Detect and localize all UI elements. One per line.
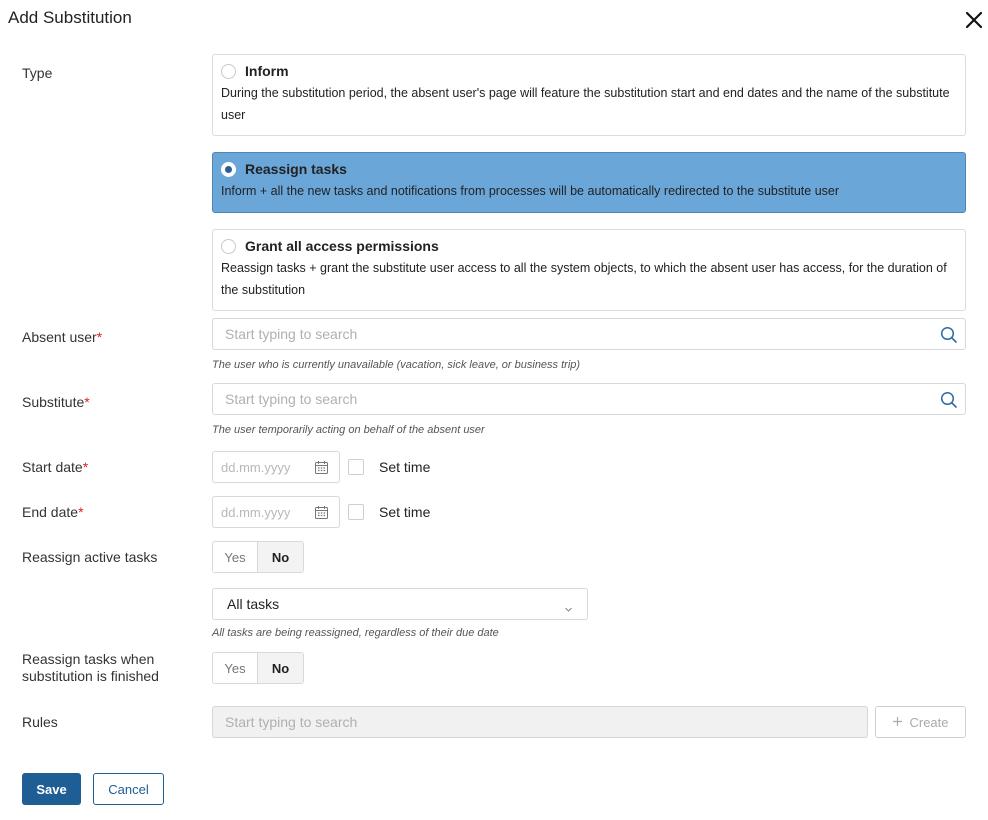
rules-label: Rules [22, 714, 58, 730]
start-set-time-label: Set time [379, 459, 431, 475]
absent-user-label-text: Absent user [22, 329, 97, 345]
start-set-time-checkbox[interactable] [348, 459, 364, 475]
reassign-active-no[interactable]: No [258, 542, 303, 572]
substitute-hint: The user temporarily acting on behalf of… [212, 424, 485, 436]
create-rule-button[interactable]: Create [875, 706, 966, 738]
calendar-icon[interactable] [314, 460, 329, 475]
radio-reassign-tasks[interactable] [221, 161, 236, 177]
type-option-reassign-tasks[interactable]: Reassign tasks Inform + all the new task… [212, 152, 966, 213]
dialog-title: Add Substitution [8, 8, 132, 27]
reassign-finished-yes[interactable]: Yes [213, 653, 258, 683]
required-mark: * [78, 504, 84, 520]
substitute-placeholder: Start typing to search [225, 391, 358, 407]
substitute-label-text: Substitute [22, 394, 85, 410]
type-option-description: Inform + all the new tasks and notificat… [221, 184, 840, 198]
end-set-time-checkbox[interactable] [348, 504, 364, 520]
type-option-head: Grant all access permissions [221, 238, 955, 254]
type-option-description: During the substitution period, the abse… [221, 86, 950, 122]
reassign-finished-label-line1: Reassign tasks when [22, 651, 155, 667]
type-option-head: Reassign tasks [221, 161, 955, 177]
type-option-grant-access[interactable]: Grant all access permissions Reassign ta… [212, 229, 966, 311]
required-mark: * [96, 329, 103, 345]
search-icon[interactable] [939, 390, 959, 410]
rules-placeholder: Start typing to search [225, 714, 358, 730]
type-option-title: Inform [245, 63, 289, 79]
type-label: Type [22, 65, 53, 81]
reassign-finished-label: Reassign tasks when substitution is fini… [22, 651, 159, 685]
end-set-time-label: Set time [379, 504, 431, 520]
search-icon[interactable] [939, 325, 959, 345]
chevron-down-icon [564, 601, 573, 612]
substitute-label: Substitute* [22, 394, 90, 410]
end-date-input[interactable]: dd.mm.yyyy [212, 496, 340, 528]
absent-user-input[interactable]: Start typing to search [212, 318, 966, 350]
reassign-finished-label-line2: substitution is finished [22, 668, 159, 684]
end-date-label: End date* [22, 504, 84, 520]
reassign-finished-toggle: Yes No [212, 652, 304, 684]
plus-icon [892, 715, 903, 730]
reassign-active-label: Reassign active tasks [22, 549, 158, 565]
cancel-button[interactable]: Cancel [93, 773, 164, 805]
end-date-placeholder: dd.mm.yyyy [221, 504, 291, 520]
required-mark: * [84, 394, 90, 410]
absent-user-label: Absent user* [22, 329, 102, 345]
start-date-label: Start date* [22, 459, 88, 475]
type-option-head: Inform [221, 63, 955, 79]
rules-input[interactable]: Start typing to search [212, 706, 868, 738]
radio-inform[interactable] [221, 63, 236, 79]
close-icon[interactable] [962, 8, 986, 32]
start-date-placeholder: dd.mm.yyyy [221, 459, 291, 475]
absent-user-hint: The user who is currently unavailable (v… [212, 359, 581, 371]
reassign-scope-value: All tasks [227, 596, 280, 612]
end-date-label-text: End date [22, 504, 79, 520]
absent-user-placeholder: Start typing to search [225, 326, 358, 342]
type-option-title: Reassign tasks [245, 161, 347, 177]
calendar-icon[interactable] [314, 505, 329, 520]
reassign-scope-hint: All tasks are being reassigned, regardle… [212, 627, 499, 639]
type-option-title: Grant all access permissions [245, 238, 439, 254]
start-date-input[interactable]: dd.mm.yyyy [212, 451, 340, 483]
start-date-label-text: Start date [22, 459, 83, 475]
reassign-active-toggle: Yes No [212, 541, 304, 573]
create-rule-label: Create [909, 714, 949, 730]
substitute-input[interactable]: Start typing to search [212, 383, 966, 415]
save-button[interactable]: Save [22, 773, 81, 805]
type-option-inform[interactable]: Inform During the substitution period, t… [212, 54, 966, 136]
type-option-description: Reassign tasks + grant the substitute us… [221, 261, 947, 297]
reassign-scope-select[interactable]: All tasks [212, 588, 588, 620]
radio-grant-access[interactable] [221, 238, 236, 254]
reassign-finished-no[interactable]: No [258, 653, 303, 683]
reassign-active-yes[interactable]: Yes [213, 542, 258, 572]
required-mark: * [82, 459, 89, 475]
